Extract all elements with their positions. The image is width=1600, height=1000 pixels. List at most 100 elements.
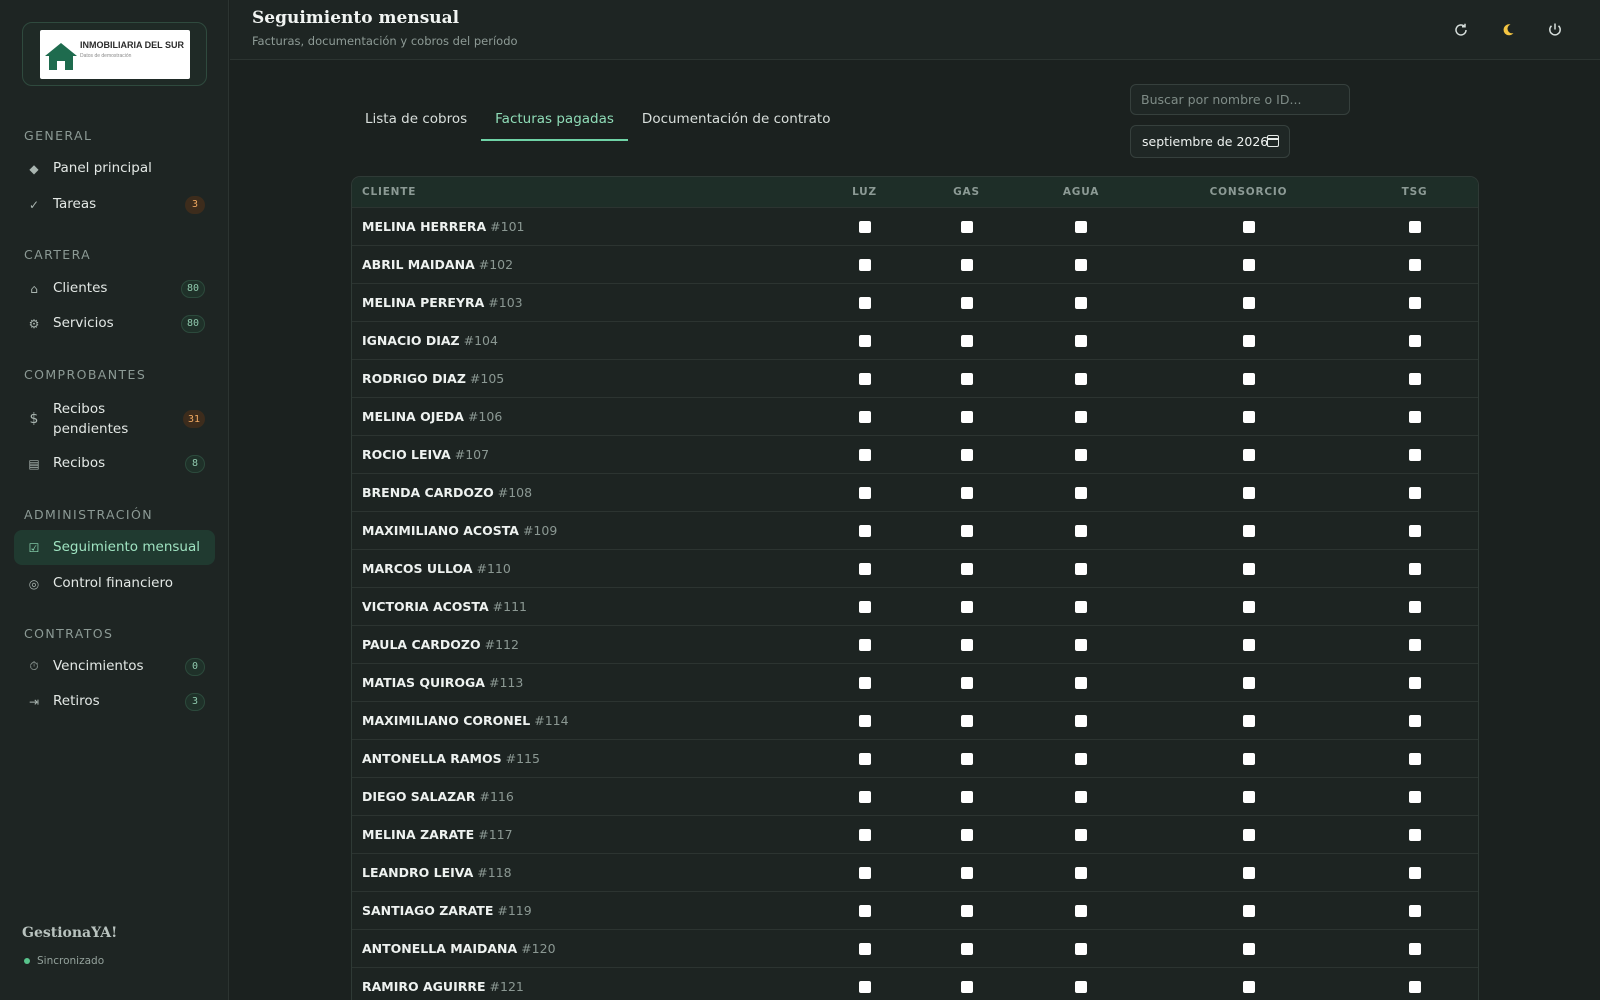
consorcio-checkbox[interactable] (1242, 259, 1255, 271)
gas-checkbox[interactable] (960, 563, 973, 575)
theme-toggle-button[interactable] (1497, 19, 1519, 41)
luz-checkbox[interactable] (858, 943, 871, 955)
luz-checkbox[interactable] (858, 563, 871, 575)
gas-checkbox[interactable] (960, 259, 973, 271)
refresh-button[interactable] (1450, 19, 1472, 41)
tsg-checkbox[interactable] (1408, 411, 1421, 423)
luz-checkbox[interactable] (858, 221, 871, 233)
luz-checkbox[interactable] (858, 297, 871, 309)
consorcio-checkbox[interactable] (1242, 677, 1255, 689)
tsg-checkbox[interactable] (1408, 943, 1421, 955)
luz-checkbox[interactable] (858, 829, 871, 841)
consorcio-checkbox[interactable] (1242, 411, 1255, 423)
agua-checkbox[interactable] (1075, 791, 1087, 803)
calendar-icon[interactable] (1267, 135, 1279, 147)
luz-checkbox[interactable] (858, 677, 871, 689)
consorcio-checkbox[interactable] (1242, 905, 1255, 917)
tsg-checkbox[interactable] (1408, 829, 1421, 841)
consorcio-checkbox[interactable] (1242, 715, 1255, 727)
tsg-checkbox[interactable] (1408, 905, 1421, 917)
tab-documentacion-de-contrato[interactable]: Documentación de contrato (628, 105, 845, 141)
sidebar-item-control-financiero[interactable]: ◎ Control financiero (14, 566, 215, 601)
gas-checkbox[interactable] (960, 335, 973, 347)
luz-checkbox[interactable] (858, 981, 871, 994)
tsg-checkbox[interactable] (1408, 449, 1421, 461)
agua-checkbox[interactable] (1075, 981, 1087, 994)
luz-checkbox[interactable] (858, 487, 871, 499)
agua-checkbox[interactable] (1075, 639, 1087, 651)
tsg-checkbox[interactable] (1408, 715, 1421, 727)
agua-checkbox[interactable] (1075, 677, 1087, 689)
gas-checkbox[interactable] (960, 867, 973, 879)
month-picker[interactable]: septiembre de 2026 (1130, 125, 1290, 158)
sidebar-item-panel-principal[interactable]: ◆ Panel principal (14, 151, 215, 186)
consorcio-checkbox[interactable] (1242, 829, 1255, 841)
tsg-checkbox[interactable] (1408, 791, 1421, 803)
sidebar-item-recibos[interactable]: ▤ Recibos 8 (14, 446, 215, 481)
luz-checkbox[interactable] (858, 259, 871, 271)
agua-checkbox[interactable] (1075, 715, 1087, 727)
gas-checkbox[interactable] (960, 487, 973, 499)
agua-checkbox[interactable] (1075, 563, 1087, 575)
agua-checkbox[interactable] (1075, 449, 1087, 461)
consorcio-checkbox[interactable] (1242, 981, 1255, 994)
agua-checkbox[interactable] (1075, 297, 1087, 309)
tsg-checkbox[interactable] (1408, 981, 1421, 994)
luz-checkbox[interactable] (858, 525, 871, 537)
consorcio-checkbox[interactable] (1242, 753, 1255, 765)
sidebar-item-seguimiento-mensual[interactable]: ☑ Seguimiento mensual (14, 530, 215, 565)
gas-checkbox[interactable] (960, 639, 973, 651)
consorcio-checkbox[interactable] (1242, 791, 1255, 803)
gas-checkbox[interactable] (960, 829, 973, 841)
agua-checkbox[interactable] (1075, 221, 1087, 233)
gas-checkbox[interactable] (960, 373, 973, 385)
gas-checkbox[interactable] (960, 601, 973, 613)
agua-checkbox[interactable] (1075, 943, 1087, 955)
tab-lista-de-cobros[interactable]: Lista de cobros (351, 105, 481, 141)
consorcio-checkbox[interactable] (1242, 449, 1255, 461)
luz-checkbox[interactable] (858, 791, 871, 803)
luz-checkbox[interactable] (858, 373, 871, 385)
agua-checkbox[interactable] (1075, 867, 1087, 879)
tsg-checkbox[interactable] (1408, 259, 1421, 271)
gas-checkbox[interactable] (960, 411, 973, 423)
tab-facturas-pagadas[interactable]: Facturas pagadas (481, 105, 628, 141)
consorcio-checkbox[interactable] (1242, 221, 1255, 233)
gas-checkbox[interactable] (960, 297, 973, 309)
tsg-checkbox[interactable] (1408, 297, 1421, 309)
sidebar-item-clientes[interactable]: ⌂ Clientes 80 (14, 271, 215, 306)
consorcio-checkbox[interactable] (1242, 335, 1255, 347)
luz-checkbox[interactable] (858, 639, 871, 651)
sidebar-item-vencimientos[interactable]: ⏱ Vencimientos 0 (14, 649, 215, 684)
consorcio-checkbox[interactable] (1242, 525, 1255, 537)
logout-button[interactable] (1544, 19, 1566, 41)
consorcio-checkbox[interactable] (1242, 639, 1255, 651)
agua-checkbox[interactable] (1075, 487, 1087, 499)
tsg-checkbox[interactable] (1408, 753, 1421, 765)
gas-checkbox[interactable] (960, 221, 973, 233)
gas-checkbox[interactable] (960, 525, 973, 537)
tsg-checkbox[interactable] (1408, 677, 1421, 689)
luz-checkbox[interactable] (858, 335, 871, 347)
agua-checkbox[interactable] (1075, 373, 1087, 385)
gas-checkbox[interactable] (960, 753, 973, 765)
consorcio-checkbox[interactable] (1242, 487, 1255, 499)
sidebar-item-retiros[interactable]: ⇥ Retiros 3 (14, 684, 215, 719)
consorcio-checkbox[interactable] (1242, 867, 1255, 879)
gas-checkbox[interactable] (960, 677, 973, 689)
tsg-checkbox[interactable] (1408, 639, 1421, 651)
tsg-checkbox[interactable] (1408, 601, 1421, 613)
luz-checkbox[interactable] (858, 753, 871, 765)
tsg-checkbox[interactable] (1408, 221, 1421, 233)
luz-checkbox[interactable] (858, 411, 871, 423)
consorcio-checkbox[interactable] (1242, 297, 1255, 309)
tsg-checkbox[interactable] (1408, 373, 1421, 385)
agua-checkbox[interactable] (1075, 829, 1087, 841)
tsg-checkbox[interactable] (1408, 563, 1421, 575)
tsg-checkbox[interactable] (1408, 525, 1421, 537)
tsg-checkbox[interactable] (1408, 867, 1421, 879)
gas-checkbox[interactable] (960, 791, 973, 803)
consorcio-checkbox[interactable] (1242, 373, 1255, 385)
agua-checkbox[interactable] (1075, 905, 1087, 917)
sidebar-item-tareas[interactable]: ✓ Tareas 3 (14, 187, 215, 222)
